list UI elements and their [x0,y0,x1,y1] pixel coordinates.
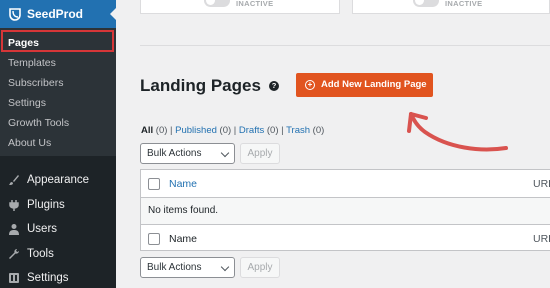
section-divider [140,45,550,46]
seedprod-menu-header[interactable]: SeedProd [0,0,116,28]
wrench-icon [9,249,19,259]
select-all-checkbox[interactable] [148,178,160,190]
submenu-item-subscribers[interactable]: Subscribers [8,77,63,89]
submenu-item-growth-tools[interactable]: Growth Tools [8,117,69,129]
seedprod-logo-icon [9,8,21,21]
pages-highlight-box [1,30,114,52]
filter-published-count: (0) [219,125,232,136]
help-icon[interactable]: ? [269,81,279,91]
menu-label-tools: Tools [27,248,54,260]
add-new-landing-page-button[interactable]: + Add New Landing Page [296,73,433,97]
page-card-2: INACTIVE [352,0,550,14]
chevron-down-icon [220,262,230,272]
column-header-url: URL [533,178,550,190]
paintbrush-icon [9,175,19,185]
filter-separator: | [233,125,237,136]
settings-icon [9,273,19,283]
submenu-item-settings[interactable]: Settings [8,97,46,109]
landing-pages-table: Name URL No items found. Name URL [140,169,550,251]
filter-drafts[interactable]: Drafts [239,125,264,136]
filter-published[interactable]: Published [175,125,217,136]
filter-trash-count: (0) [312,125,325,136]
apply-button-bottom[interactable]: Apply [240,257,280,278]
status-label-2: INACTIVE [445,0,483,8]
menu-item-plugins[interactable]: Plugins [0,195,116,217]
chevron-down-icon [220,148,230,158]
filter-separator: | [170,125,173,136]
status-toggle-2[interactable] [413,0,439,7]
menu-item-appearance[interactable]: Appearance [0,170,116,192]
filter-all[interactable]: All [141,125,153,136]
menu-label-users: Users [27,223,58,235]
admin-sidebar: SeedProd Pages Templates Subscribers Set… [0,0,116,288]
menu-label-plugins: Plugins [27,199,65,211]
filter-all-count: (0) [155,125,168,136]
user-icon [9,224,19,235]
filter-separator: | [281,125,284,136]
menu-item-settings[interactable]: Settings [0,268,116,288]
column-header-name[interactable]: Name [169,178,197,190]
status-label-1: INACTIVE [236,0,274,8]
status-toggle-1[interactable] [204,0,230,7]
menu-label-settings: Settings [27,272,69,284]
menu-item-users[interactable]: Users [0,219,116,241]
submenu-item-about-us[interactable]: About Us [8,137,51,149]
submenu-item-templates[interactable]: Templates [8,57,56,69]
empty-message: No items found. [148,205,219,216]
seedprod-menu-label: SeedProd [27,7,84,21]
filter-drafts-count: (0) [266,125,279,136]
page-card-1: INACTIVE [140,0,340,14]
status-filter-links: All (0) | Published (0) | Drafts (0) | T… [141,125,324,136]
select-all-checkbox-footer[interactable] [148,233,160,245]
apply-button-top[interactable]: Apply [240,143,280,164]
table-empty-row: No items found. [141,198,550,224]
bulk-actions-select-bottom[interactable]: Bulk Actions [140,257,235,278]
plug-icon [9,200,19,211]
column-footer-name: Name [169,233,198,245]
table-footer-row: Name URL [141,224,550,251]
active-menu-notch [110,8,116,20]
page-title: Landing Pages [140,76,261,95]
bulk-actions-select-top[interactable]: Bulk Actions [140,143,235,164]
bulk-actions-label-bottom: Bulk Actions [147,262,202,273]
menu-item-tools[interactable]: Tools [0,244,116,266]
filter-trash[interactable]: Trash [286,125,310,136]
add-button-label: Add New Landing Page [321,79,427,90]
menu-label-appearance: Appearance [27,174,90,186]
bulk-actions-label: Bulk Actions [147,148,202,159]
table-header-row: Name URL [141,170,550,198]
column-footer-url: URL [533,233,550,245]
plus-circle-icon: + [305,80,315,90]
